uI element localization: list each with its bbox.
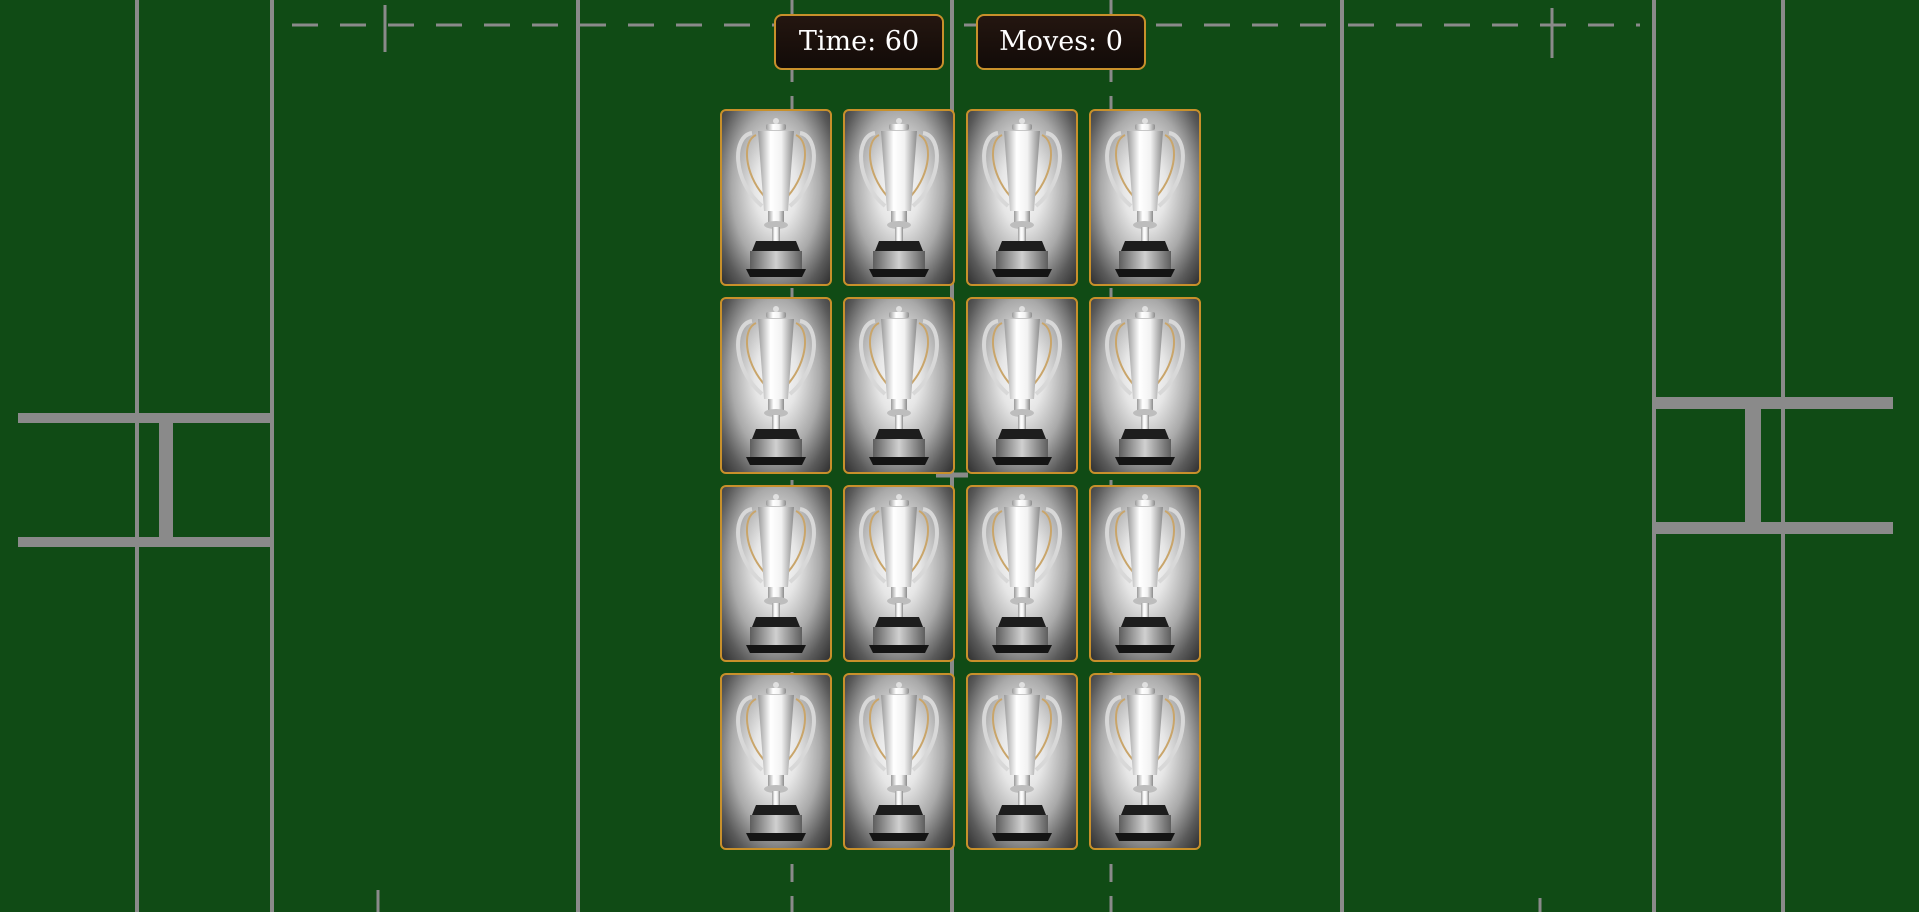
trophy-icon xyxy=(845,111,953,284)
trophy-icon xyxy=(1091,675,1199,848)
memory-card[interactable] xyxy=(843,485,955,662)
trophy-icon xyxy=(845,299,953,472)
trophy-icon xyxy=(968,487,1076,660)
trophy-icon xyxy=(722,111,830,284)
memory-card-grid xyxy=(720,109,1201,850)
memory-card[interactable] xyxy=(966,297,1078,474)
trophy-icon xyxy=(722,675,830,848)
memory-card[interactable] xyxy=(1089,109,1201,286)
trophy-icon xyxy=(722,299,830,472)
trophy-icon xyxy=(845,487,953,660)
memory-card[interactable] xyxy=(720,485,832,662)
trophy-icon xyxy=(845,675,953,848)
time-counter: Time: 60 xyxy=(774,14,944,70)
memory-card[interactable] xyxy=(1089,297,1201,474)
trophy-icon xyxy=(1091,299,1199,472)
trophy-icon xyxy=(722,487,830,660)
memory-card[interactable] xyxy=(843,297,955,474)
memory-card[interactable] xyxy=(720,297,832,474)
memory-card[interactable] xyxy=(966,673,1078,850)
memory-card[interactable] xyxy=(1089,673,1201,850)
memory-card[interactable] xyxy=(843,673,955,850)
memory-card[interactable] xyxy=(720,109,832,286)
moves-counter: Moves: 0 xyxy=(976,14,1146,70)
memory-card[interactable] xyxy=(966,109,1078,286)
trophy-icon xyxy=(968,111,1076,284)
memory-card[interactable] xyxy=(843,109,955,286)
memory-card[interactable] xyxy=(1089,485,1201,662)
trophy-icon xyxy=(968,675,1076,848)
trophy-icon xyxy=(968,299,1076,472)
trophy-icon xyxy=(1091,111,1199,284)
memory-card[interactable] xyxy=(720,673,832,850)
memory-card[interactable] xyxy=(966,485,1078,662)
trophy-icon xyxy=(1091,487,1199,660)
